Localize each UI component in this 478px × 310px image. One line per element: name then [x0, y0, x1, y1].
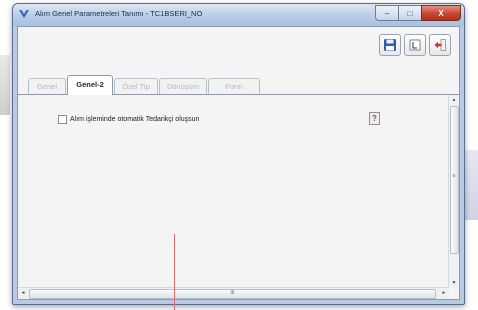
auto-supplier-label: Alım işleminde otomatik Tedarikçi oluşsu…	[70, 116, 200, 123]
minimize-icon: –	[384, 8, 390, 18]
annotation-line	[174, 234, 175, 310]
layout-icon	[409, 39, 421, 51]
maximize-button[interactable]: □	[398, 5, 421, 21]
save-button[interactable]	[379, 34, 401, 56]
tab-genel[interactable]: Genel	[28, 78, 66, 94]
title-bar[interactable]: Alım Genel Parametreleri Tanımı - TC1BSE…	[13, 4, 464, 26]
exit-button[interactable]	[429, 34, 451, 56]
window-controls: – □ X	[375, 5, 461, 21]
desktop-background-left	[0, 55, 10, 115]
close-button[interactable]: X	[421, 5, 461, 21]
toolbar	[379, 34, 451, 56]
window-title: Alım Genel Parametreleri Tanımı - TC1BSE…	[35, 9, 203, 18]
app-logo-icon	[19, 10, 29, 18]
scroll-grip-icon: ≡	[452, 173, 456, 179]
auto-supplier-checkbox[interactable]	[58, 115, 67, 124]
scroll-up-icon[interactable]: ▲	[449, 95, 459, 105]
app-window: Alım Genel Parametreleri Tanımı - TC1BSE…	[12, 3, 465, 305]
client-area: Genel Genel-2 Özel Tip Dönüşüm Form Alım…	[17, 26, 460, 300]
tab-ozel-tip[interactable]: Özel Tip	[114, 78, 158, 94]
tab-panel-genel-2: Alım işleminde otomatik Tedarikçi oluşsu…	[18, 95, 459, 299]
floppy-disk-icon	[384, 39, 396, 51]
horizontal-scrollbar[interactable]: ◄ III ►	[18, 287, 449, 299]
auto-supplier-option[interactable]: Alım işleminde otomatik Tedarikçi oluşsu…	[58, 115, 199, 124]
exit-door-icon	[434, 39, 446, 51]
close-icon: X	[438, 8, 444, 18]
tab-genel-2[interactable]: Genel-2	[67, 75, 113, 95]
scroll-left-icon[interactable]: ◄	[18, 288, 28, 299]
vertical-scrollbar[interactable]: ▲ ≡ ▼	[448, 95, 459, 288]
scroll-down-icon[interactable]: ▼	[449, 278, 459, 288]
horizontal-scroll-thumb[interactable]: III	[29, 289, 436, 299]
tab-form[interactable]: Form	[208, 78, 260, 94]
minimize-button[interactable]: –	[375, 5, 398, 21]
tab-donusum[interactable]: Dönüşüm	[159, 78, 207, 94]
scroll-right-icon[interactable]: ►	[439, 288, 449, 299]
layout-button[interactable]	[404, 34, 426, 56]
tab-strip: Genel Genel-2 Özel Tip Dönüşüm Form	[18, 74, 459, 95]
maximize-icon: □	[407, 8, 413, 18]
help-icon[interactable]: ?	[369, 112, 380, 125]
